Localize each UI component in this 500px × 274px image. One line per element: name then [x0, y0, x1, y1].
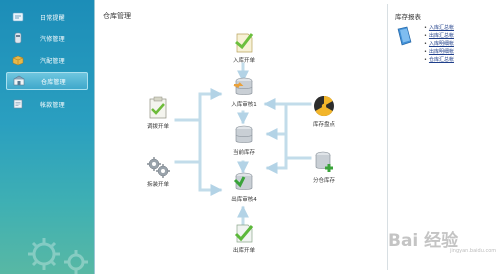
report-link[interactable]: 入库汇总帐: [424, 24, 454, 32]
sidebar-item-label: 汽配管理: [40, 57, 65, 65]
report-link[interactable]: 出库明细帐: [424, 48, 454, 56]
flow-node-transfer-order[interactable]: 调拨开单: [136, 96, 180, 130]
watermark: Bai 经验 jingyan.baidu.com: [388, 226, 498, 254]
sidebar-item-accounts[interactable]: 帐款管理: [6, 95, 88, 113]
sidebar: 日常提醒 汽修管理 汽配管理 仓库管理 帐款管理: [0, 0, 95, 274]
flow-node-stock-out-audit[interactable]: 出库审核4: [222, 171, 266, 203]
node-label: 入库开单: [232, 58, 255, 64]
database-out-icon: [233, 172, 253, 190]
parts-box-icon: [12, 55, 24, 66]
node-label: 入库审核1: [231, 102, 257, 108]
sidebar-item-warehouse[interactable]: 仓库管理: [6, 72, 88, 90]
sidebar-item-daily-reminder[interactable]: 日常提醒: [6, 8, 88, 26]
sidebar-item-parts[interactable]: 汽配管理: [6, 51, 88, 69]
node-label: 拆装开单: [146, 182, 169, 188]
gear-decoration-icon: [28, 238, 88, 274]
page-title: 仓库管理: [103, 12, 131, 20]
clipboard-check-icon: [149, 96, 167, 119]
watermark-url: jingyan.baidu.com: [450, 248, 497, 254]
report-links: 入库汇总帐 出库汇总帐 入库明细帐 出库明细帐 仓库汇总帐: [424, 24, 454, 64]
flow-node-stocktake[interactable]: 库存盘点: [302, 94, 346, 128]
node-label: 出库开单: [232, 248, 255, 254]
node-label: 分仓库存: [312, 178, 335, 184]
sidebar-item-label: 汽修管理: [40, 35, 65, 43]
flow-node-current-stock[interactable]: 当前库存: [222, 124, 266, 156]
flow-node-branch-stock[interactable]: 分仓库存: [302, 150, 346, 184]
book-icon: [397, 26, 412, 46]
sidebar-item-label: 帐款管理: [40, 101, 65, 109]
report-link[interactable]: 出库汇总帐: [424, 32, 454, 40]
bell-icon: [12, 12, 24, 22]
flow-node-stock-in-audit[interactable]: 入库审核1: [222, 76, 266, 108]
watermark-text: Bai 经验: [388, 231, 459, 251]
sidebar-item-label: 日常提醒: [40, 14, 65, 22]
node-label: 库存盘点: [312, 122, 335, 128]
report-link[interactable]: 仓库汇总帐: [424, 56, 454, 64]
sidebar-item-repair[interactable]: 汽修管理: [6, 29, 88, 47]
car-icon: [14, 32, 22, 44]
reports-title: 库存报表: [395, 13, 421, 21]
flow-node-disassembly-order[interactable]: 拆装开单: [136, 156, 180, 188]
gears-icon: [147, 157, 170, 178]
database-add-icon: [315, 151, 333, 172]
radiation-icon: [314, 95, 334, 117]
flow-node-stock-out-order[interactable]: 出库开单: [222, 222, 266, 254]
stock-out-order-icon: [234, 224, 254, 243]
flow-node-stock-in-order[interactable]: 入库开单: [222, 30, 266, 64]
node-label: 当前库存: [232, 150, 255, 156]
node-label: 出库审核4: [231, 197, 257, 203]
database-icon: [235, 125, 253, 143]
account-icon: [13, 99, 23, 109]
warehouse-icon: [13, 75, 25, 86]
node-label: 调拨开单: [146, 124, 169, 130]
stock-in-order-icon: [235, 33, 254, 53]
report-link[interactable]: 入库明细帐: [424, 40, 454, 48]
database-icon: [233, 77, 253, 95]
sidebar-item-label: 仓库管理: [41, 78, 66, 86]
